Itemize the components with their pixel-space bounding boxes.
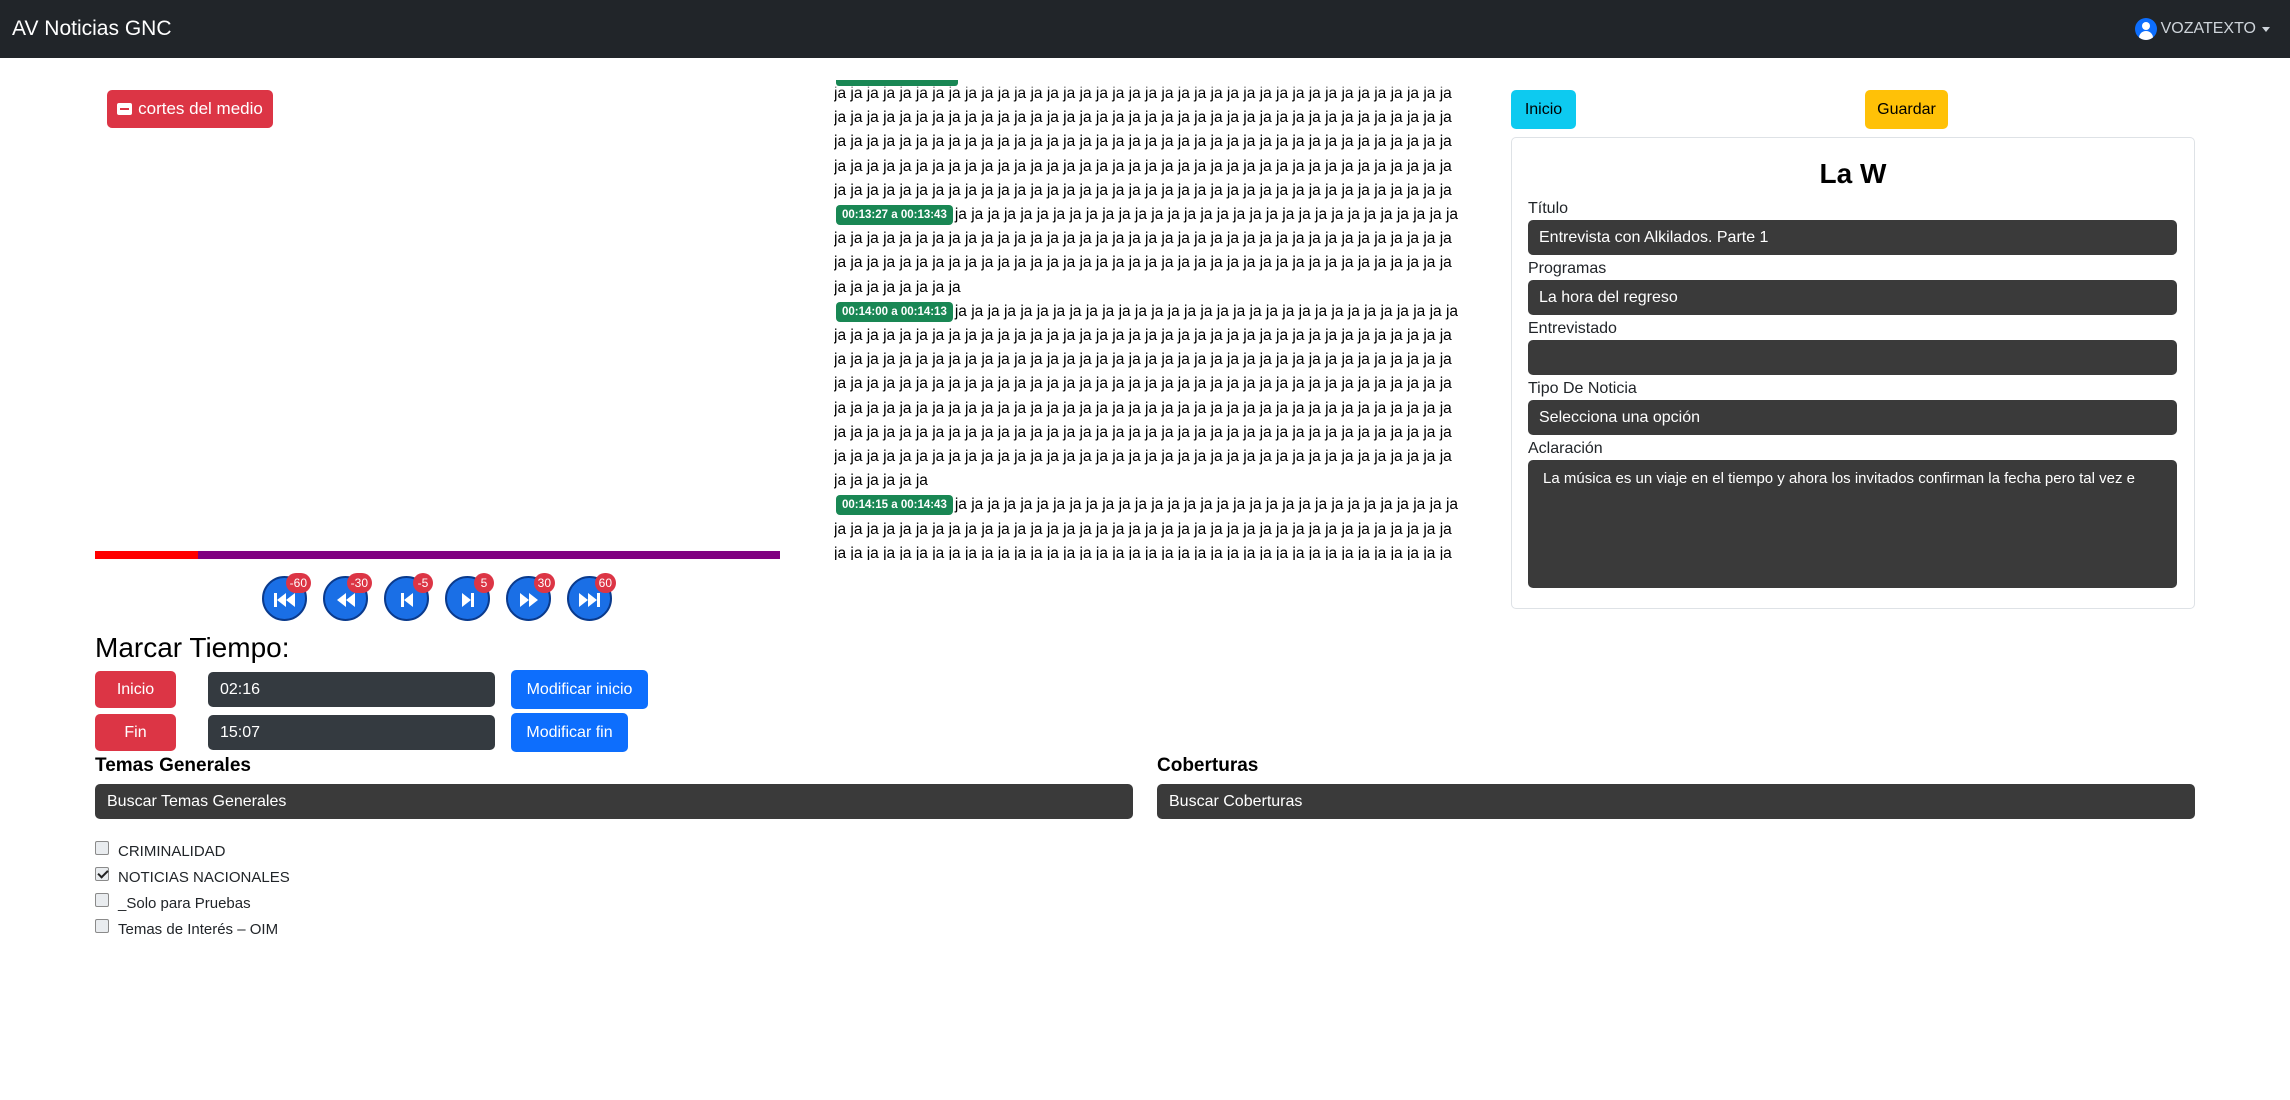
seek-button[interactable]: 5	[445, 573, 494, 621]
fin-mark-button[interactable]: Fin	[95, 714, 176, 751]
seek-badge: 5	[474, 573, 494, 593]
timestamp-badge[interactable]: 00:14:00 a 00:14:13	[836, 301, 953, 322]
station-title: La W	[1819, 158, 1887, 189]
checkbox-label: CRIMINALIDAD	[118, 842, 226, 860]
audio-progress-fill	[95, 551, 198, 559]
seek-button[interactable]: 60	[567, 573, 616, 621]
seek-badge: -5	[413, 573, 433, 593]
coberturas-search-input[interactable]: Buscar Coberturas	[1157, 784, 2195, 819]
programas-input[interactable]: La hora del regreso	[1528, 280, 2177, 315]
tipo-noticia-select[interactable]: Selecciona una opción	[1528, 400, 2177, 435]
closed-captions-icon	[117, 103, 133, 115]
backward-icon	[337, 593, 355, 607]
temas-checklist: CRIMINALIDAD NOTICIAS NACIONALES _Solo p…	[95, 838, 290, 942]
user-menu[interactable]: VOZATEXTO	[2134, 18, 2270, 40]
transcript-segment: 00:14:00 a 00:14:13 ja ja ja ja ja ja ja …	[834, 300, 1459, 494]
cortes-label: cortes del medio	[138, 99, 263, 118]
entrevistado-label: Entrevistado	[1528, 320, 1617, 337]
list-item[interactable]: Temas de Interés – OIM	[95, 916, 290, 942]
seek-badge: -30	[346, 573, 372, 593]
transcript-panel[interactable]: ja ja ja ja ja ja ja ja ja ja ja ja ja j…	[834, 82, 1459, 560]
checkbox-label: NOTICIAS NACIONALES	[118, 868, 290, 886]
timestamp-badge[interactable]: 00:13:27 a 00:13:43	[836, 205, 953, 226]
inicio-time-input[interactable]: 02:16	[208, 672, 495, 707]
list-item[interactable]: NOTICIAS NACIONALES	[95, 864, 290, 890]
modificar-inicio-button[interactable]: Modificar inicio	[511, 670, 648, 709]
checkbox[interactable]	[95, 841, 109, 855]
transcript-segment: 00:13:27 a 00:13:43 ja ja ja ja ja ja ja …	[834, 203, 1459, 300]
cortes-button[interactable]: cortes del medio	[107, 90, 273, 128]
user-icon	[2134, 18, 2157, 40]
transcript-segment: ja ja ja ja ja ja ja ja ja ja ja ja ja j…	[834, 82, 1459, 203]
temas-search-input[interactable]: Buscar Temas Generales	[95, 784, 1133, 819]
aclaracion-label: Aclaración	[1528, 440, 1603, 457]
seek-badge: 30	[533, 573, 555, 593]
coberturas-title: Coberturas	[1157, 755, 1259, 776]
user-name: VOZATEXTO	[2160, 20, 2256, 37]
guardar-button[interactable]: Guardar	[1865, 90, 1948, 129]
inicio-mark-button[interactable]: Inicio	[95, 671, 176, 708]
seek-button[interactable]: 30	[506, 573, 555, 621]
list-item[interactable]: _Solo para Pruebas	[95, 890, 290, 916]
seek-badge: 60	[594, 573, 616, 593]
list-item[interactable]: CRIMINALIDAD	[95, 838, 290, 864]
brand-title[interactable]: AV Noticias GNC	[12, 17, 171, 41]
fast-backward-icon	[274, 593, 295, 607]
fast-forward-icon	[579, 593, 600, 607]
step-forward-icon	[462, 593, 474, 607]
inicio-button[interactable]: Inicio	[1511, 90, 1576, 129]
modificar-fin-button[interactable]: Modificar fin	[511, 713, 628, 752]
checkbox[interactable]	[95, 893, 109, 907]
checkbox-label: _Solo para Pruebas	[118, 894, 251, 912]
timestamp-badge	[836, 80, 958, 86]
entrevistado-input[interactable]	[1528, 340, 2177, 375]
transcript-text: ja ja ja ja ja ja ja ja ja ja ja ja ja j…	[834, 85, 1452, 199]
seek-button[interactable]: -60	[262, 573, 311, 621]
marcar-tiempo-title: Marcar Tiempo:	[95, 632, 290, 663]
transcript-scroll-edge	[834, 80, 1459, 92]
seek-button[interactable]: -30	[323, 573, 372, 621]
titulo-label: Título	[1528, 200, 1569, 217]
fin-time-input[interactable]: 15:07	[208, 715, 495, 750]
navbar: AV Noticias GNC VOZATEXTO	[0, 0, 2290, 58]
checkbox[interactable]	[95, 919, 109, 933]
audio-progress-bar[interactable]	[95, 551, 780, 559]
programas-label: Programas	[1528, 260, 1607, 277]
titulo-input[interactable]: Entrevista con Alkilados. Parte 1	[1528, 220, 2177, 255]
seek-button[interactable]: -5	[384, 573, 433, 621]
transcript-segment: 00:14:15 a 00:14:43 ja ja ja ja ja ja ja …	[834, 493, 1459, 560]
transcript-text: ja ja ja ja ja ja ja ja ja ja ja ja ja j…	[834, 302, 1459, 490]
checkbox[interactable]	[95, 867, 109, 881]
aclaracion-textarea[interactable]: La música es un viaje en el tiempo y aho…	[1528, 460, 2177, 588]
tipo-noticia-label: Tipo De Noticia	[1528, 380, 1637, 397]
chevron-down-icon	[2262, 26, 2270, 32]
step-backward-icon	[401, 593, 413, 607]
forward-icon	[520, 593, 538, 607]
timestamp-badge[interactable]: 00:14:15 a 00:14:43	[836, 495, 953, 516]
news-form-card: La W Título Entrevista con Alkilados. Pa…	[1511, 137, 2195, 609]
checkbox-label: Temas de Interés – OIM	[118, 920, 279, 938]
temas-generales-title: Temas Generales	[95, 755, 251, 776]
seek-badge: -60	[285, 573, 311, 593]
